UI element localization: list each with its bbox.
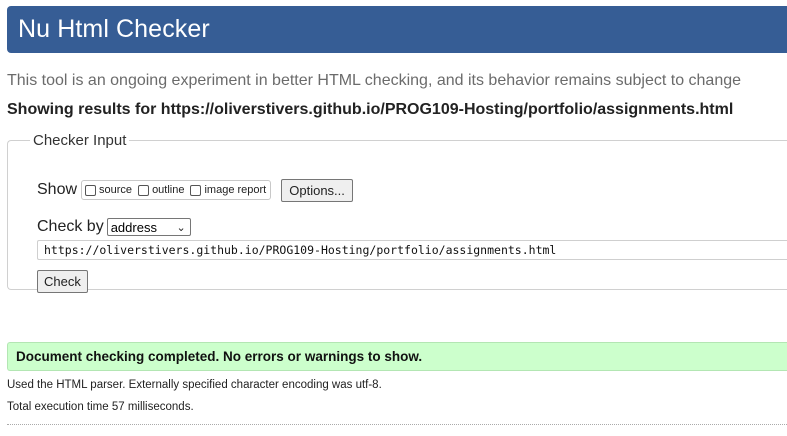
chevron-down-icon: ⌄ [176, 222, 186, 234]
show-options-row: Show source outline image report Options… [37, 178, 353, 202]
check-by-label: Check by [37, 218, 104, 235]
options-button[interactable]: Options... [281, 178, 353, 202]
showing-results-heading: Showing results for https://oliverstiver… [7, 101, 734, 118]
show-outline-option[interactable]: outline [138, 184, 184, 196]
check-by-selected-value: address [110, 219, 157, 235]
outline-checkbox-label: outline [152, 184, 185, 196]
outline-checkbox[interactable] [138, 184, 150, 196]
source-checkbox-label: source [99, 184, 133, 196]
success-message: Document checking completed. No errors o… [16, 349, 423, 364]
checker-input-legend: Checker Input [33, 132, 127, 149]
page-header: Nu Html Checker [7, 6, 787, 53]
success-message-box: Document checking completed. No errors o… [7, 342, 787, 371]
show-options-group: source outline image report [81, 180, 272, 200]
source-checkbox[interactable] [85, 184, 97, 196]
check-by-row: Check by address ⌄ [37, 217, 191, 237]
show-image-report-option[interactable]: image report [190, 184, 266, 196]
url-input[interactable]: https://oliverstivers.github.io/PROG109-… [37, 240, 787, 260]
execution-time: Total execution time 57 milliseconds. [7, 401, 194, 413]
show-label: Show [37, 181, 78, 198]
show-source-option[interactable]: source [85, 184, 132, 196]
page-title: Nu Html Checker [18, 15, 210, 43]
tagline: This tool is an ongoing experiment in be… [7, 72, 742, 89]
check-by-select[interactable]: address ⌄ [106, 218, 191, 236]
checker-input-fieldset: Checker Input Show source outline image … [7, 132, 787, 293]
parser-info: Used the HTML parser. Externally specifi… [7, 379, 382, 391]
image-report-checkbox[interactable] [190, 184, 202, 196]
check-button[interactable]: Check [37, 270, 88, 293]
bottom-divider [7, 424, 787, 425]
image-report-checkbox-label: image report [204, 184, 267, 196]
